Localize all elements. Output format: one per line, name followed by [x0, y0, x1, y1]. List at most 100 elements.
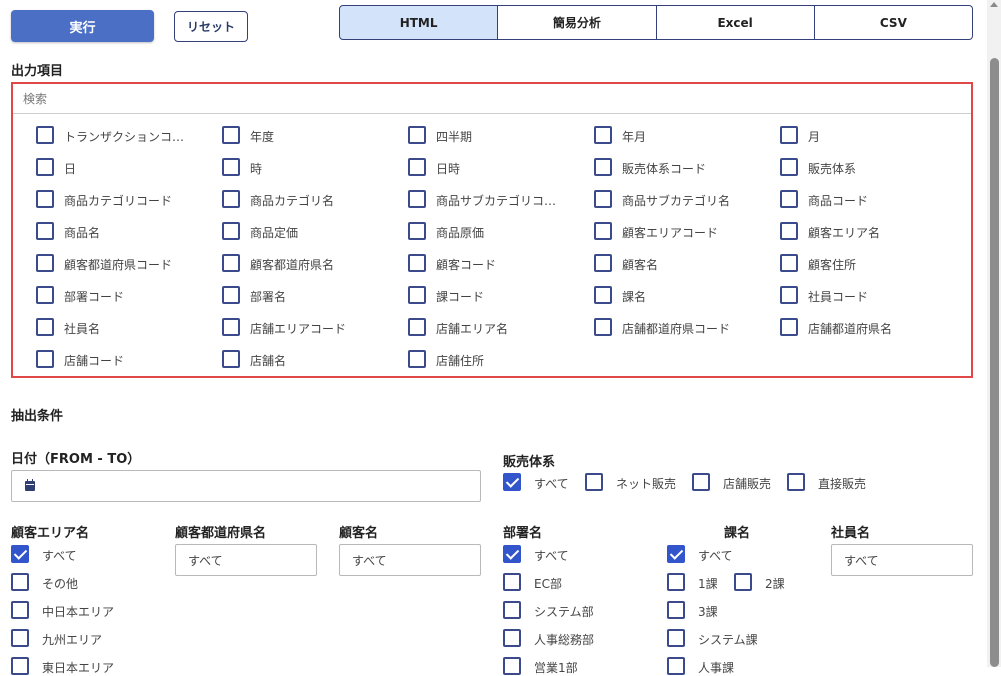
output-item-checkbox[interactable] — [36, 318, 54, 336]
output-item-checkbox[interactable] — [222, 350, 240, 368]
output-items-panel: トランザクションコ…年度四半期年月月日時日時販売体系コード販売体系商品カテゴリコ… — [11, 82, 973, 378]
customer-pref-select[interactable]: すべて — [175, 544, 317, 576]
department-option-checkbox[interactable] — [503, 573, 521, 591]
output-item-checkbox[interactable] — [780, 190, 798, 208]
output-item-checkbox[interactable] — [36, 158, 54, 176]
section-option-checkbox[interactable] — [667, 657, 685, 675]
output-item-checkbox[interactable] — [408, 286, 426, 304]
sales-type-option-checkbox[interactable] — [787, 473, 805, 491]
section-option-label: 人事課 — [698, 661, 735, 675]
output-item-checkbox[interactable] — [594, 190, 612, 208]
section-option-checkbox[interactable] — [734, 573, 752, 591]
scroll-up-icon[interactable] — [990, 2, 998, 7]
output-item-checkbox[interactable] — [780, 126, 798, 144]
output-search-input[interactable] — [13, 84, 971, 114]
tab-excel[interactable]: Excel — [656, 5, 815, 40]
output-item-checkbox[interactable] — [222, 254, 240, 272]
department-option-checkbox[interactable] — [503, 545, 521, 563]
department-option-checkbox[interactable] — [503, 629, 521, 647]
customer-area-option-checkbox[interactable] — [11, 601, 29, 619]
scrollbar-thumb[interactable] — [990, 58, 999, 667]
output-item-checkbox[interactable] — [408, 126, 426, 144]
customer-area-option-label: 中日本エリア — [42, 605, 115, 619]
output-format-tabs: HTML 簡易分析 Excel CSV — [339, 5, 973, 40]
department-option-checkbox[interactable] — [503, 657, 521, 675]
output-item-checkbox[interactable] — [408, 350, 426, 368]
output-item-checkbox[interactable] — [222, 318, 240, 336]
department-option-label: すべて — [534, 549, 569, 563]
output-item-checkbox[interactable] — [594, 158, 612, 176]
customer-area-option-checkbox[interactable] — [11, 545, 29, 563]
output-item-checkbox[interactable] — [594, 318, 612, 336]
output-item-checkbox[interactable] — [780, 222, 798, 240]
output-item-checkbox[interactable] — [222, 190, 240, 208]
output-item-label: 課コード — [436, 290, 485, 304]
section-option-checkbox[interactable] — [667, 629, 685, 647]
output-item-checkbox[interactable] — [594, 222, 612, 240]
output-item-checkbox[interactable] — [222, 158, 240, 176]
output-item-label: 課名 — [622, 290, 647, 304]
output-item-checkbox[interactable] — [222, 126, 240, 144]
output-item-checkbox[interactable] — [780, 286, 798, 304]
department-label: 部署名 — [503, 526, 543, 541]
tab-simple-analysis[interactable]: 簡易分析 — [498, 5, 657, 40]
output-item-checkbox[interactable] — [222, 222, 240, 240]
output-item-label: 店舗住所 — [436, 354, 485, 368]
output-item-label: 商品カテゴリコード — [64, 194, 173, 208]
section-option-checkbox[interactable] — [667, 573, 685, 591]
output-item-checkbox[interactable] — [36, 286, 54, 304]
sales-type-option-label: 直接販売 — [818, 477, 867, 491]
customer-area-option-checkbox[interactable] — [11, 657, 29, 675]
customer-area-option-checkbox[interactable] — [11, 573, 29, 591]
output-item-checkbox[interactable] — [408, 190, 426, 208]
output-item-checkbox[interactable] — [36, 350, 54, 368]
output-item-checkbox[interactable] — [36, 254, 54, 272]
customer-pref-value: すべて — [188, 553, 223, 568]
sales-type-label: 販売体系 — [503, 455, 556, 470]
output-item-checkbox[interactable] — [594, 254, 612, 272]
output-item-label: 商品カテゴリ名 — [250, 194, 335, 208]
tab-html[interactable]: HTML — [339, 5, 499, 40]
customer-area-option-label: その他 — [42, 577, 79, 591]
output-item-label: 時 — [250, 162, 263, 176]
date-range-input[interactable] — [11, 470, 481, 502]
output-item-checkbox[interactable] — [36, 126, 54, 144]
output-item-checkbox[interactable] — [408, 222, 426, 240]
output-item-checkbox[interactable] — [408, 318, 426, 336]
output-item-label: 店舗都道府県コード — [622, 322, 731, 336]
customer-name-select[interactable]: すべて — [339, 544, 481, 576]
section-option-checkbox[interactable] — [667, 545, 685, 563]
output-item-checkbox[interactable] — [594, 126, 612, 144]
output-item-label: 社員名 — [64, 322, 101, 336]
section-option-label: システム課 — [698, 633, 758, 647]
section-option-label: 1課 — [698, 577, 718, 591]
output-item-label: 顧客都道府県コード — [64, 258, 173, 272]
customer-name-value: すべて — [352, 553, 387, 568]
sales-type-option-checkbox[interactable] — [585, 473, 603, 491]
conditions-title: 抽出条件 — [11, 409, 64, 424]
output-item-checkbox[interactable] — [36, 190, 54, 208]
customer-area-label: 顧客エリア名 — [11, 526, 90, 541]
scrollbar-track[interactable] — [987, 0, 1001, 667]
output-item-label: 社員コード — [808, 290, 869, 304]
sales-type-option-checkbox[interactable] — [503, 473, 521, 491]
output-item-label: 部署名 — [250, 290, 287, 304]
customer-area-option-label: 九州エリア — [42, 633, 103, 647]
section-option-checkbox[interactable] — [667, 601, 685, 619]
output-item-checkbox[interactable] — [594, 286, 612, 304]
output-item-checkbox[interactable] — [408, 254, 426, 272]
department-option-checkbox[interactable] — [503, 601, 521, 619]
output-item-checkbox[interactable] — [780, 318, 798, 336]
customer-area-option-checkbox[interactable] — [11, 629, 29, 647]
run-button[interactable]: 実行 — [11, 10, 154, 42]
sales-type-option-label: 店舗販売 — [723, 477, 772, 491]
reset-button[interactable]: リセット — [174, 11, 248, 42]
output-item-checkbox[interactable] — [780, 254, 798, 272]
tab-csv[interactable]: CSV — [814, 5, 973, 40]
sales-type-option-checkbox[interactable] — [692, 473, 710, 491]
employee-select[interactable]: すべて — [831, 544, 973, 576]
output-item-checkbox[interactable] — [780, 158, 798, 176]
output-item-checkbox[interactable] — [222, 286, 240, 304]
output-item-checkbox[interactable] — [36, 222, 54, 240]
output-item-checkbox[interactable] — [408, 158, 426, 176]
